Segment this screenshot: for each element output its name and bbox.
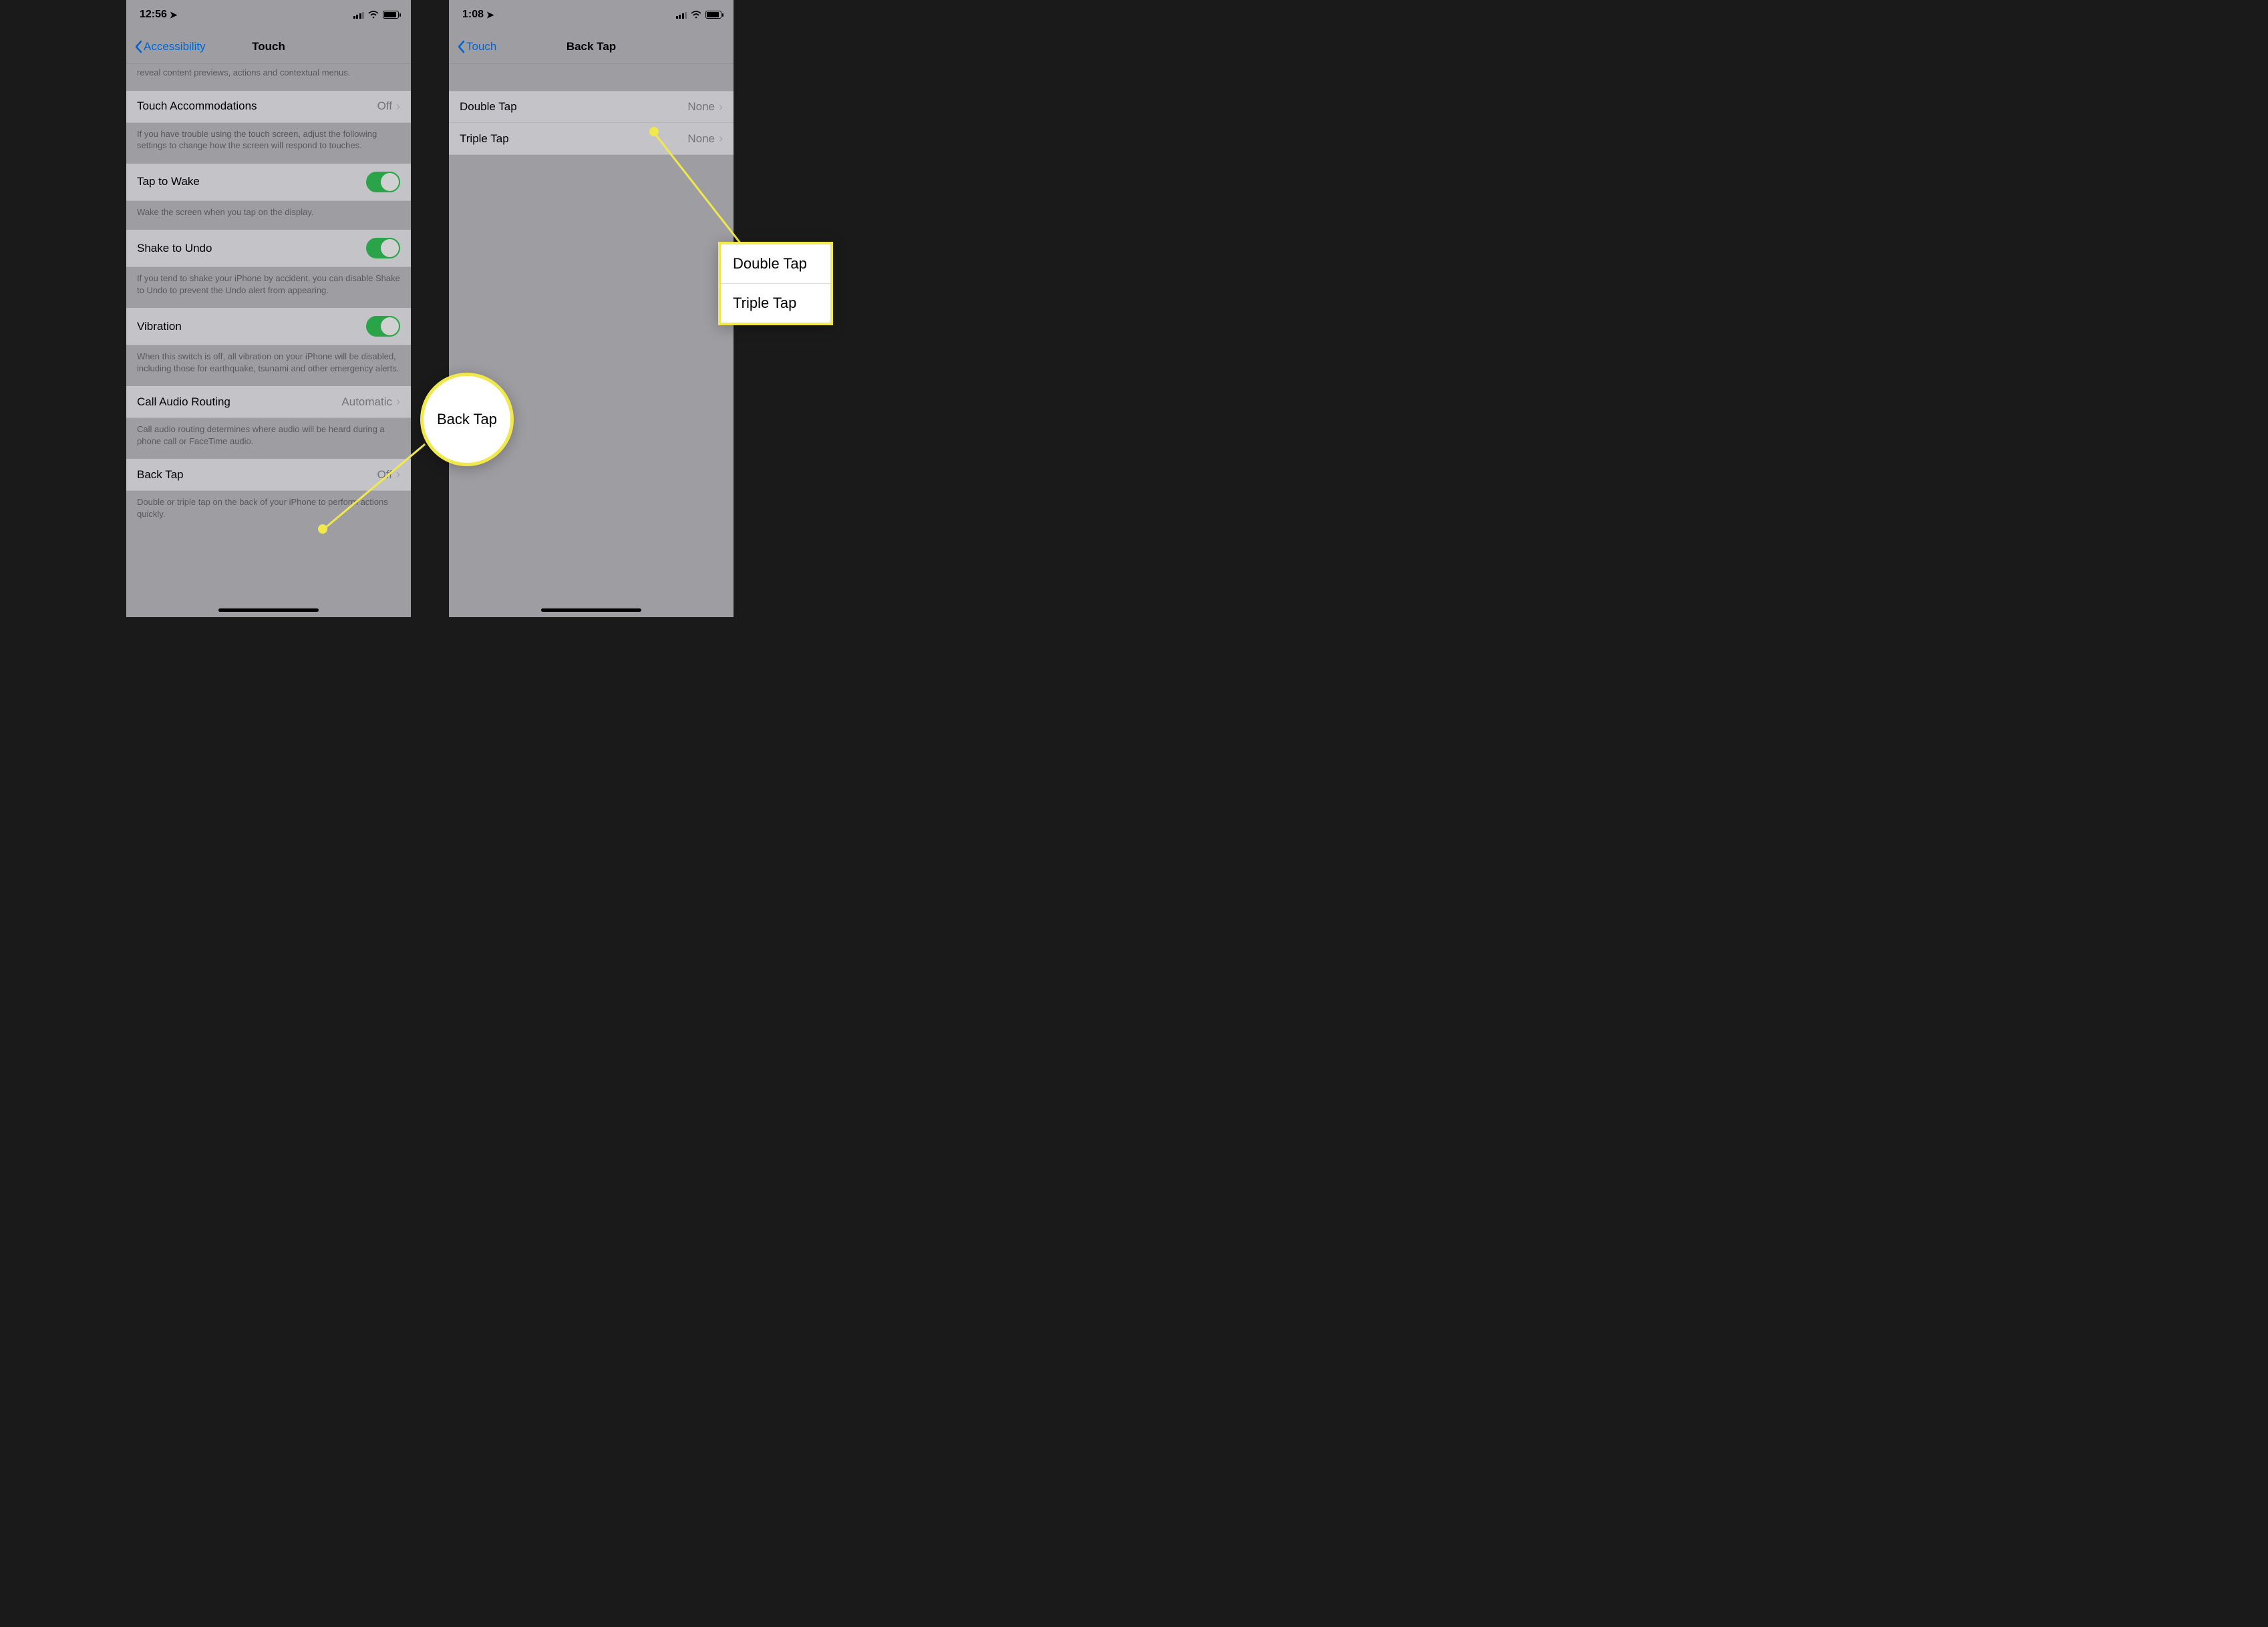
shake-to-undo-row: Shake to Undo (126, 230, 411, 267)
row-label: Call Audio Routing (137, 395, 230, 409)
callout-triple-tap: Triple Tap (721, 284, 830, 323)
cellular-signal-icon (353, 11, 365, 19)
tap-to-wake-toggle[interactable] (366, 172, 400, 192)
nav-bar: Accessibility Touch (126, 29, 411, 64)
status-bar: 12:56 ➤ (126, 0, 411, 29)
settings-list[interactable]: Double Tap None › Triple Tap None › (449, 64, 734, 155)
back-tap-row[interactable]: Back Tap Off › (126, 459, 411, 491)
call-audio-routing-row[interactable]: Call Audio Routing Automatic › (126, 386, 411, 418)
value-text: Automatic (341, 395, 392, 409)
row-value: Automatic › (341, 395, 400, 409)
home-indicator[interactable] (541, 608, 641, 612)
shake-to-undo-toggle[interactable] (366, 238, 400, 258)
status-icons (676, 11, 722, 19)
back-tap-callout: Back Tap (420, 373, 514, 466)
row-label: Double Tap (460, 100, 517, 114)
chevron-left-icon (457, 40, 465, 53)
location-icon: ➤ (486, 9, 494, 21)
battery-icon (383, 11, 399, 19)
back-button[interactable]: Touch (454, 37, 499, 56)
back-tap-settings-screen: 1:08 ➤ Touch Back Tap Double Tap None (449, 0, 734, 617)
vibration-row: Vibration (126, 308, 411, 345)
status-icons (353, 11, 399, 19)
annotation-dot (649, 127, 659, 136)
value-text: None (687, 132, 715, 146)
double-tap-row[interactable]: Double Tap None › (449, 91, 734, 123)
value-text: Off (377, 100, 392, 113)
shake-to-undo-footer: If you tend to shake your iPhone by acci… (126, 267, 411, 308)
touch-accommodations-row[interactable]: Touch Accommodations Off › (126, 91, 411, 123)
chevron-right-icon: › (396, 100, 400, 114)
wifi-icon (691, 11, 701, 19)
chevron-right-icon: › (719, 100, 723, 114)
vibration-footer: When this switch is off, all vibration o… (126, 345, 411, 386)
triple-tap-row[interactable]: Triple Tap None › (449, 123, 734, 155)
callout-double-tap: Double Tap (721, 244, 830, 284)
time-label: 12:56 (140, 9, 167, 21)
call-audio-footer: Call audio routing determines where audi… (126, 418, 411, 459)
tap-to-wake-footer: Wake the screen when you tap on the disp… (126, 201, 411, 230)
callout-label: Back Tap (437, 411, 497, 428)
nav-bar: Touch Back Tap (449, 29, 734, 64)
chevron-left-icon (134, 40, 142, 53)
row-label: Vibration (137, 320, 182, 333)
row-value: Off › (377, 100, 400, 114)
vibration-toggle[interactable] (366, 316, 400, 337)
value-text: None (687, 100, 715, 114)
settings-list[interactable]: reveal content previews, actions and con… (126, 64, 411, 532)
status-time: 1:08 ➤ (462, 9, 494, 21)
tap-to-wake-row: Tap to Wake (126, 164, 411, 201)
intro-footer: reveal content previews, actions and con… (126, 64, 411, 91)
row-label: Triple Tap (460, 132, 509, 146)
battery-icon (705, 11, 721, 19)
chevron-right-icon: › (396, 468, 400, 482)
back-label: Accessibility (144, 40, 206, 53)
wifi-icon (368, 11, 379, 19)
row-label: Touch Accommodations (137, 100, 257, 113)
status-bar: 1:08 ➤ (449, 0, 734, 29)
row-label: Tap to Wake (137, 175, 200, 188)
location-icon: ➤ (170, 9, 178, 21)
annotation-dot (318, 524, 327, 534)
row-label: Shake to Undo (137, 242, 212, 255)
chevron-right-icon: › (396, 395, 400, 409)
back-button[interactable]: Accessibility (132, 37, 208, 56)
home-indicator[interactable] (218, 608, 319, 612)
row-value: None › (687, 132, 723, 146)
time-label: 1:08 (462, 9, 484, 21)
tap-options-callout: Double Tap Triple Tap (718, 242, 833, 325)
back-tap-footer: Double or triple tap on the back of your… (126, 491, 411, 532)
cellular-signal-icon (676, 11, 687, 19)
status-time: 12:56 ➤ (140, 9, 178, 21)
row-value: None › (687, 100, 723, 114)
row-label: Back Tap (137, 468, 184, 482)
touch-settings-screen: 12:56 ➤ Accessibility Touch reveal conte… (126, 0, 411, 617)
touch-accommodations-footer: If you have trouble using the touch scre… (126, 123, 411, 164)
back-label: Touch (466, 40, 496, 53)
chevron-right-icon: › (719, 132, 723, 146)
